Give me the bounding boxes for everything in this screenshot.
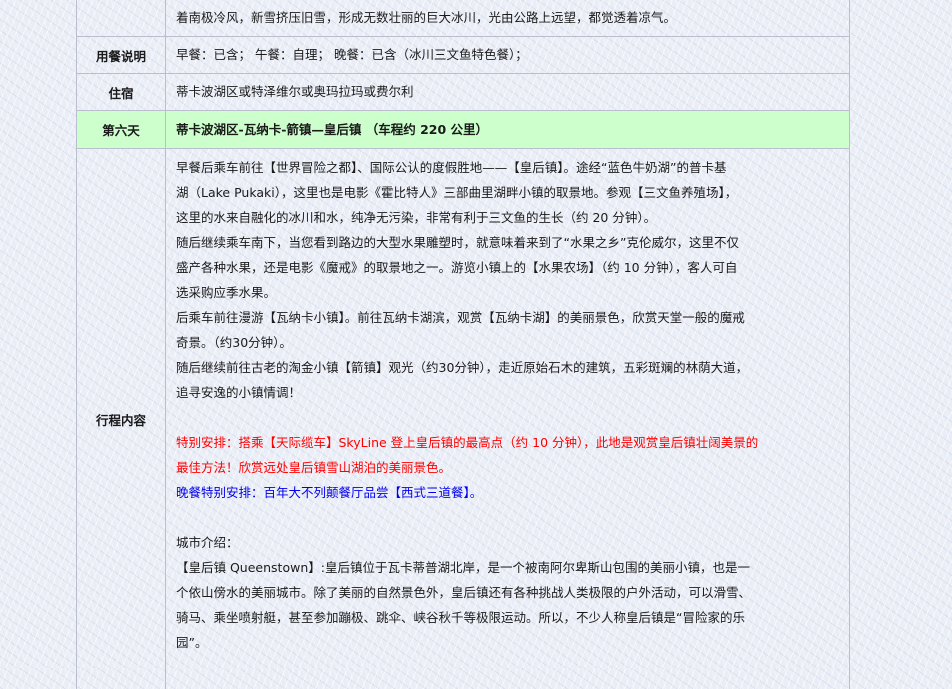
itinerary-content: 早餐后乘车前往【世界冒险之都】、国际公认的度假胜地——【皇后镇】。途经“蓝色牛奶… xyxy=(166,149,849,689)
lodging-label: 住宿 xyxy=(77,74,166,110)
intro-label-cell xyxy=(77,0,166,36)
lodging-value: 蒂卡波湖区或特泽维尔或奥玛拉玛或费尔利 xyxy=(176,84,414,99)
paragraph-line: 这里的水来自融化的冰川和水，纯净无污染，非常有利于三文鱼的生长（约 20 分钟）… xyxy=(176,210,657,225)
paragraph-line: 盛产各种水果，还是电影《魔戒》的取景地之一。游览小镇上的【水果农场】（约 10 … xyxy=(176,260,738,275)
paragraph-line: 追寻安逸的小镇情调！ xyxy=(176,385,302,400)
city-intro-line: 个依山傍水的美丽城市。除了美丽的自然景色外，皇后镇还有各种挑战人类极限的户外活动… xyxy=(176,585,752,600)
city-intro-heading: 城市介绍： xyxy=(176,535,239,550)
meals-label: 用餐说明 xyxy=(77,37,166,73)
paragraph-line: 随后继续乘车南下，当您看到路边的大型水果雕塑时，就意味着来到了“水果之乡”克伦威… xyxy=(176,235,739,250)
intro-row: 着南极冷风，新雪挤压旧雪，形成无数壮丽的巨大冰川，光由公路上远望，都觉透着凉气。 xyxy=(77,0,849,37)
city-intro-line: 骑马、乘坐喷射艇，甚至参加蹦极、跳伞、峡谷秋千等极限运动。所以，不少人称皇后镇是… xyxy=(176,610,745,625)
paragraph-line: 选采购应季水果。 xyxy=(176,285,277,300)
lodging-row: 住宿 蒂卡波湖区或特泽维尔或奥玛拉玛或费尔利 xyxy=(77,74,849,111)
dinner-arrangement-line: 晚餐特别安排：百年大不列颠餐厅品尝【西式三道餐】。 xyxy=(176,485,483,500)
meals-row: 用餐说明 早餐：已含； 午餐：自理； 晚餐：已含（冰川三文鱼特色餐）； xyxy=(77,37,849,74)
city-intro-line: 【皇后镇 Queenstown】:皇后镇位于瓦卡蒂普湖北岸，是一个被南阿尔卑斯山… xyxy=(176,560,750,575)
itinerary-row: 行程内容 早餐后乘车前往【世界冒险之都】、国际公认的度假胜地——【皇后镇】。途经… xyxy=(77,149,849,689)
day-header-row: 第六天 蒂卡波湖区-瓦纳卡-箭镇—皇后镇 （车程约 220 公里） xyxy=(77,111,849,149)
paragraph-line: 湖（Lake Pukaki），这里也是电影《霍比特人》三部曲里湖畔小镇的取景地。… xyxy=(176,185,738,200)
paragraph-line: 奇景。（约30分钟）。 xyxy=(176,335,292,350)
special-arrangement-line: 最佳方法！欣赏远处皇后镇雪山湖泊的美丽景色。 xyxy=(176,460,452,475)
day-label: 第六天 xyxy=(77,111,166,148)
paragraph-line: 早餐后乘车前往【世界冒险之都】、国际公认的度假胜地——【皇后镇】。途经“蓝色牛奶… xyxy=(176,160,727,175)
day-title: 蒂卡波湖区-瓦纳卡-箭镇—皇后镇 （车程约 220 公里） xyxy=(176,122,489,137)
itinerary-table: 着南极冷风，新雪挤压旧雪，形成无数壮丽的巨大冰川，光由公路上远望，都觉透着凉气。… xyxy=(76,0,850,689)
intro-text: 着南极冷风，新雪挤压旧雪，形成无数壮丽的巨大冰川，光由公路上远望，都觉透着凉气。 xyxy=(176,10,677,25)
city-intro-line: 园”。 xyxy=(176,635,208,650)
itinerary-label: 行程内容 xyxy=(77,149,166,689)
paragraph-line: 后乘车前往漫游【瓦纳卡小镇】。前往瓦纳卡湖滨，观赏【瓦纳卡湖】的美丽景色，欣赏天… xyxy=(176,310,745,325)
paragraph-line: 随后继续前往古老的淘金小镇【箭镇】观光（约30分钟），走近原始石木的建筑，五彩斑… xyxy=(176,360,749,375)
meals-value: 早餐：已含； 午餐：自理； 晚餐：已含（冰川三文鱼特色餐）； xyxy=(176,47,528,62)
special-arrangement-line: 特别安排：搭乘【天际缆车】SkyLine 登上皇后镇的最高点（约 10 分钟），… xyxy=(176,435,759,450)
